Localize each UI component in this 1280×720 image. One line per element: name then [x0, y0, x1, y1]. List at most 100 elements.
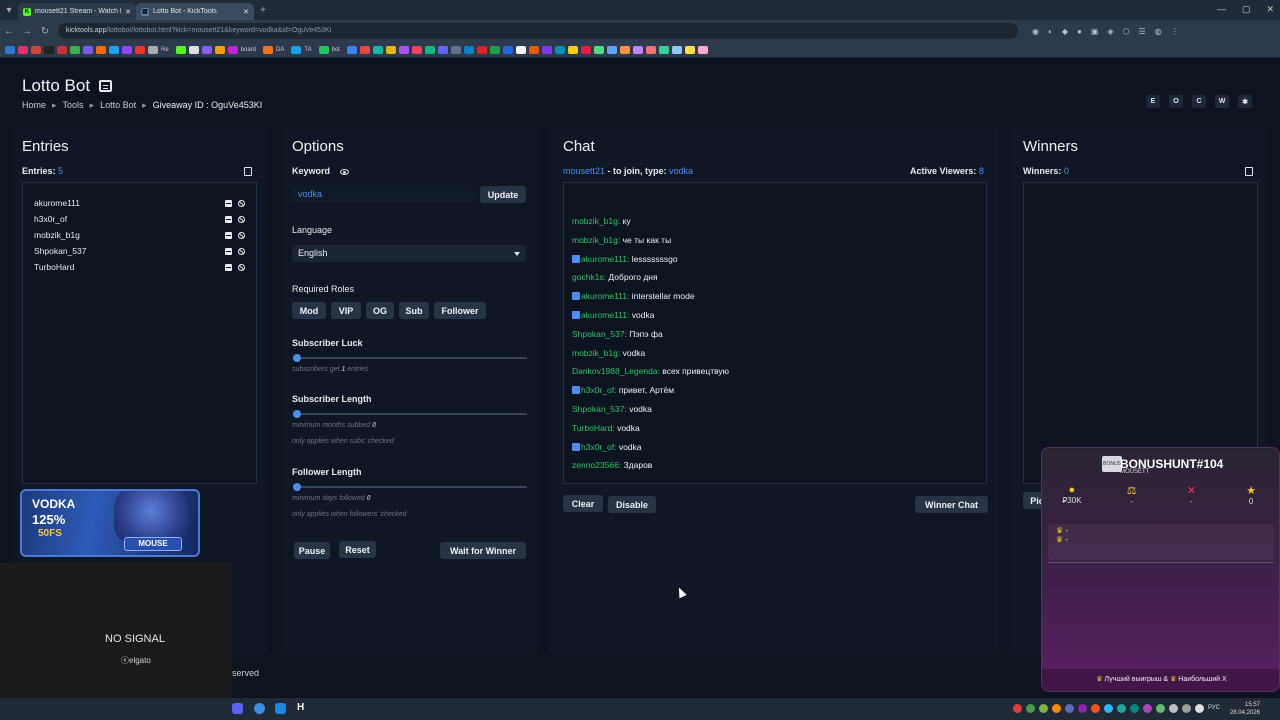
role-mod-button[interactable]: Mod: [292, 302, 326, 319]
language-select[interactable]: English: [292, 245, 526, 262]
breadcrumb-home[interactable]: Home: [22, 100, 46, 111]
bookmark-icon[interactable]: [175, 45, 186, 54]
minimize-icon[interactable]: —: [1217, 4, 1226, 15]
bookmark-icon[interactable]: [450, 45, 461, 54]
tray-icon[interactable]: [1168, 704, 1178, 713]
extension-icon[interactable]: ●: [1077, 27, 1082, 36]
bookmark-icon[interactable]: [227, 45, 238, 54]
toggle-entries-button[interactable]: E: [1146, 95, 1160, 108]
bookmark-icon[interactable]: [658, 45, 669, 54]
clock[interactable]: 15:57 28.04.2026: [1230, 701, 1260, 717]
bookmark-icon[interactable]: [580, 45, 591, 54]
chat-username[interactable]: Shpokan_537: [572, 404, 624, 414]
chat-username[interactable]: akurome111: [581, 310, 627, 320]
app-icon[interactable]: [275, 703, 286, 714]
url-field[interactable]: kicktools.app/lottobot/lottobot.html?kic…: [58, 23, 1018, 39]
ban-icon[interactable]: [238, 215, 245, 223]
tray-icon[interactable]: [1090, 704, 1100, 713]
chat-username[interactable]: h3x0r_of: [581, 442, 614, 452]
profile-avatar-icon[interactable]: ◍: [1155, 27, 1162, 36]
bookmark-icon[interactable]: [502, 45, 513, 54]
remove-icon[interactable]: [225, 247, 232, 255]
back-icon[interactable]: ←: [0, 26, 18, 37]
bookmark-icon[interactable]: [70, 45, 80, 54]
slider-knob[interactable]: [293, 410, 301, 418]
tray-icon[interactable]: [1051, 704, 1061, 713]
discord-icon[interactable]: [232, 703, 243, 714]
maximize-icon[interactable]: ▢: [1242, 4, 1251, 15]
bookmark-icon[interactable]: [44, 45, 54, 54]
tray-icon[interactable]: [1103, 704, 1113, 713]
chat-username[interactable]: zenno23566: [572, 460, 619, 470]
bookmark-icon[interactable]: [318, 45, 329, 54]
keyword-input[interactable]: vodka: [292, 186, 474, 203]
tray-icon[interactable]: [1077, 704, 1087, 713]
chat-username[interactable]: mobzik_b1g: [572, 235, 618, 245]
clear-chat-button[interactable]: Clear: [563, 495, 603, 512]
bookmark-icon[interactable]: [135, 45, 145, 54]
extension-icon[interactable]: ⬡: [1123, 27, 1130, 36]
extension-icon[interactable]: ◈: [1107, 27, 1113, 36]
bookmark-icon[interactable]: [359, 45, 370, 54]
slider-knob[interactable]: [293, 483, 301, 491]
bookmark-icon[interactable]: [346, 45, 357, 54]
browser-tab-lottobot[interactable]: ▤ Lotto Bot - KickTools ✕: [136, 3, 254, 20]
bookmark-icon[interactable]: [671, 45, 682, 54]
ban-icon[interactable]: [238, 247, 245, 255]
bookmark-icon[interactable]: [489, 45, 500, 54]
chat-username[interactable]: gochk1s: [572, 272, 604, 282]
forward-icon[interactable]: →: [18, 26, 36, 37]
close-tab-icon[interactable]: ✕: [125, 8, 131, 16]
bookmark-icon[interactable]: [31, 45, 41, 54]
bookmark-icon[interactable]: [188, 45, 199, 54]
bookmark-icon[interactable]: [619, 45, 630, 54]
bookmark-icon[interactable]: [515, 45, 526, 54]
ban-icon[interactable]: [238, 199, 245, 207]
reset-button[interactable]: Reset: [339, 541, 376, 558]
role-vip-button[interactable]: VIP: [331, 302, 361, 319]
copy-icon[interactable]: [1245, 167, 1253, 176]
disable-chat-button[interactable]: Disable: [608, 496, 656, 513]
bookmark-icon[interactable]: [645, 45, 656, 54]
tray-icon[interactable]: [1129, 704, 1139, 713]
toggle-winners-button[interactable]: W: [1215, 95, 1229, 108]
bookmark-label[interactable]: Re: [161, 47, 169, 53]
bookmark-icon[interactable]: [398, 45, 409, 54]
role-og-button[interactable]: OG: [366, 302, 394, 319]
bookmark-icon[interactable]: [424, 45, 435, 54]
bookmark-icon[interactable]: [57, 45, 67, 54]
settings-button[interactable]: ✱: [1238, 95, 1252, 108]
chat-username[interactable]: mobzik_b1g: [572, 348, 618, 358]
bookmark-label[interactable]: TA: [304, 47, 311, 53]
chat-username[interactable]: mobzik_b1g: [572, 216, 618, 226]
bookmark-icon[interactable]: [606, 45, 617, 54]
bookmark-icon[interactable]: [83, 45, 93, 54]
channel-name[interactable]: mousett21: [563, 166, 605, 176]
tray-icon[interactable]: [1012, 704, 1022, 713]
breadcrumb-lotto-bot[interactable]: Lotto Bot: [100, 100, 136, 111]
breadcrumb-tools[interactable]: Tools: [63, 100, 84, 111]
language-indicator[interactable]: РУС: [1208, 704, 1220, 713]
browser-icon[interactable]: [254, 703, 265, 714]
bookmark-icon[interactable]: [109, 45, 119, 54]
copy-icon[interactable]: [244, 167, 252, 176]
bookmark-label[interactable]: DA: [276, 47, 284, 53]
app-h-icon[interactable]: H: [297, 702, 304, 713]
bookmark-icon[interactable]: [18, 45, 28, 54]
bookmark-icon[interactable]: [684, 45, 695, 54]
bookmark-icon[interactable]: [476, 45, 487, 54]
remove-icon[interactable]: [225, 215, 232, 223]
close-tab-icon[interactable]: ✕: [243, 8, 249, 16]
toggle-options-button[interactable]: O: [1169, 95, 1183, 108]
bookmark-icon[interactable]: [463, 45, 474, 54]
update-button[interactable]: Update: [480, 186, 526, 203]
ban-icon[interactable]: [238, 263, 245, 271]
bookmark-icon[interactable]: [5, 45, 15, 54]
follower-length-slider[interactable]: [293, 483, 527, 491]
browser-tab-stream[interactable]: K mousett21 Stream - Watch Live ✕: [18, 3, 136, 20]
chat-username[interactable]: h3x0r_of: [581, 385, 614, 395]
extension-icon[interactable]: ☰: [1139, 27, 1146, 36]
close-window-icon[interactable]: ✕: [1266, 4, 1274, 15]
slider-knob[interactable]: [293, 354, 301, 362]
bookmark-icon[interactable]: [593, 45, 604, 54]
